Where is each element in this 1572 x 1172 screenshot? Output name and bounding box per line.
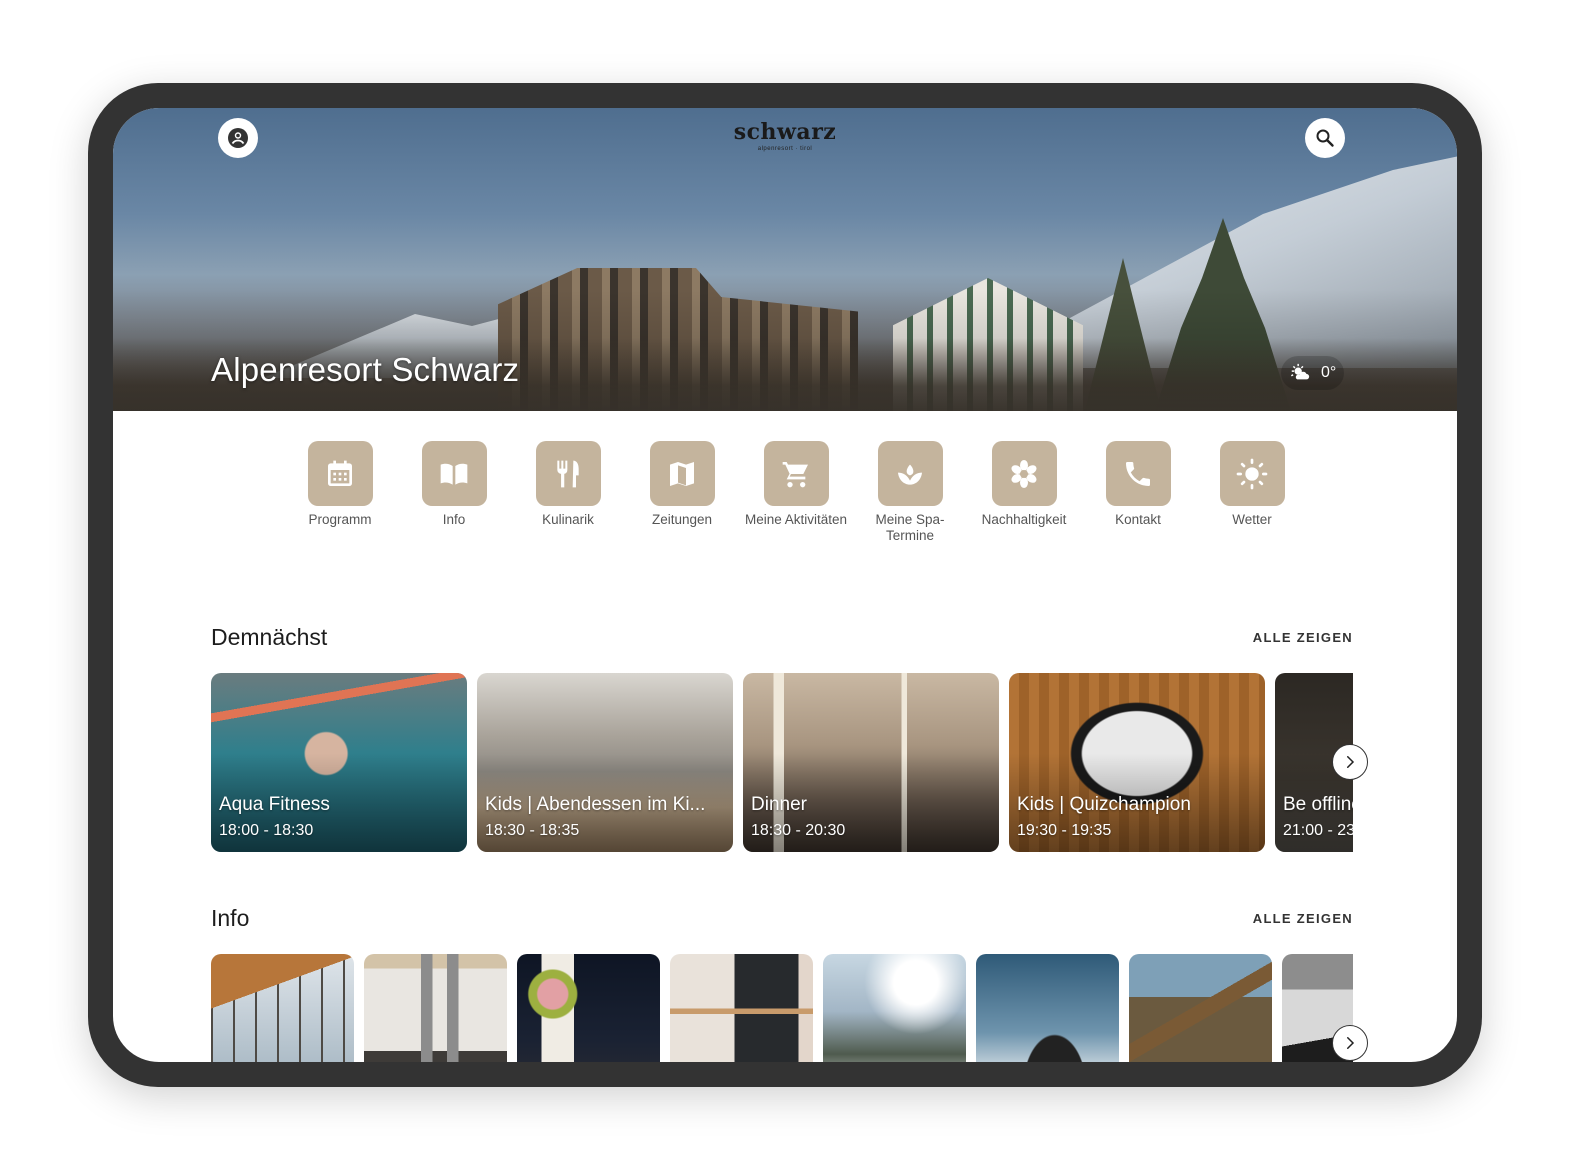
info-card[interactable] (823, 954, 966, 1062)
quicknav-info[interactable]: Info (397, 441, 511, 544)
quicknav-zeitungen[interactable]: Zeitungen (625, 441, 739, 544)
event-title: Kids | Abendessen im Ki... (485, 794, 706, 815)
logo-tagline: alpenresort · tirol (757, 146, 813, 152)
sun-icon (1236, 458, 1268, 489)
logo-wordmark: schwarz (733, 119, 837, 145)
info-card[interactable] (517, 954, 660, 1062)
event-title: Kids | Quizchampion (1017, 794, 1191, 815)
resort-logo: schwarz alpenresort · tirol (113, 120, 1457, 152)
info-carousel (211, 954, 1353, 1062)
shopping-cart-icon (782, 461, 808, 487)
flower-icon (1011, 459, 1037, 488)
calendar-icon (328, 460, 352, 486)
event-title: Aqua Fitness (219, 794, 330, 815)
quicknav-kulinarik[interactable]: Kulinarik (511, 441, 625, 544)
tablet-frame: schwarz alpenresort · tirol Alpenresort … (88, 83, 1482, 1087)
event-card[interactable]: Dinner 18:30 - 20:30 (743, 673, 999, 852)
chevron-right-icon (1347, 756, 1355, 768)
app-screen: schwarz alpenresort · tirol Alpenresort … (113, 108, 1457, 1062)
quicknav-meine-aktivitaeten[interactable]: Meine Aktivitäten (739, 441, 853, 544)
hero-title: Alpenresort Schwarz (211, 351, 520, 388)
quicknav-programm[interactable]: Programm (283, 441, 397, 544)
info-card[interactable] (976, 954, 1119, 1062)
weather-temperature: 0° (1321, 364, 1337, 381)
hero-banner: schwarz alpenresort · tirol Alpenresort … (113, 108, 1457, 411)
upcoming-section-header: Demnächst ALLE ZEIGEN (211, 624, 1353, 651)
event-time: 18:30 - 20:30 (751, 822, 846, 839)
quick-navigation: Programm Info Kulinarik Zeitungen Meine … (283, 441, 1309, 544)
upcoming-show-all-link[interactable]: ALLE ZEIGEN (1253, 630, 1353, 645)
info-next-button[interactable] (1332, 1025, 1368, 1061)
restaurant-icon (557, 460, 579, 487)
info-card[interactable] (670, 954, 813, 1062)
partly-cloudy-day-icon (1290, 363, 1310, 380)
quicknav-meine-spa-termine[interactable]: Meine Spa-Termine (853, 441, 967, 544)
quicknav-kontakt[interactable]: Kontakt (1081, 441, 1195, 544)
info-show-all-link[interactable]: ALLE ZEIGEN (1253, 911, 1353, 926)
phone-icon (1126, 461, 1150, 486)
info-section-title: Info (211, 905, 250, 931)
event-time: 18:30 - 18:35 (485, 822, 580, 839)
map-icon (670, 461, 694, 486)
spa-icon (898, 464, 922, 485)
quicknav-nachhaltigkeit[interactable]: Nachhaltigkeit (967, 441, 1081, 544)
info-card[interactable] (364, 954, 507, 1062)
event-time: 19:30 - 19:35 (1017, 822, 1112, 839)
book-icon (440, 463, 468, 485)
info-card[interactable] (211, 954, 354, 1062)
info-card[interactable] (1129, 954, 1272, 1062)
upcoming-section-title: Demnächst (211, 624, 328, 650)
event-card[interactable]: Kids | Quizchampion 19:30 - 19:35 (1009, 673, 1265, 852)
event-time: 18:00 - 18:30 (219, 822, 314, 839)
event-card[interactable]: Aqua Fitness 18:00 - 18:30 (211, 673, 467, 852)
upcoming-next-button[interactable] (1332, 744, 1368, 780)
search-button[interactable] (1305, 118, 1345, 158)
chevron-right-icon (1347, 1037, 1355, 1049)
info-section-header: Info ALLE ZEIGEN (211, 905, 1353, 932)
event-time: 21:00 - 23:00 (1283, 822, 1353, 839)
event-title: Dinner (751, 794, 807, 815)
event-title: Be offline (1283, 794, 1353, 815)
quicknav-wetter[interactable]: Wetter (1195, 441, 1309, 544)
upcoming-carousel: Aqua Fitness 18:00 - 18:30 Kids | Abende… (211, 673, 1353, 852)
search-icon (1316, 129, 1334, 147)
event-card[interactable]: Kids | Abendessen im Ki... 18:30 - 18:35 (477, 673, 733, 852)
weather-widget[interactable]: 0° (1281, 356, 1345, 390)
